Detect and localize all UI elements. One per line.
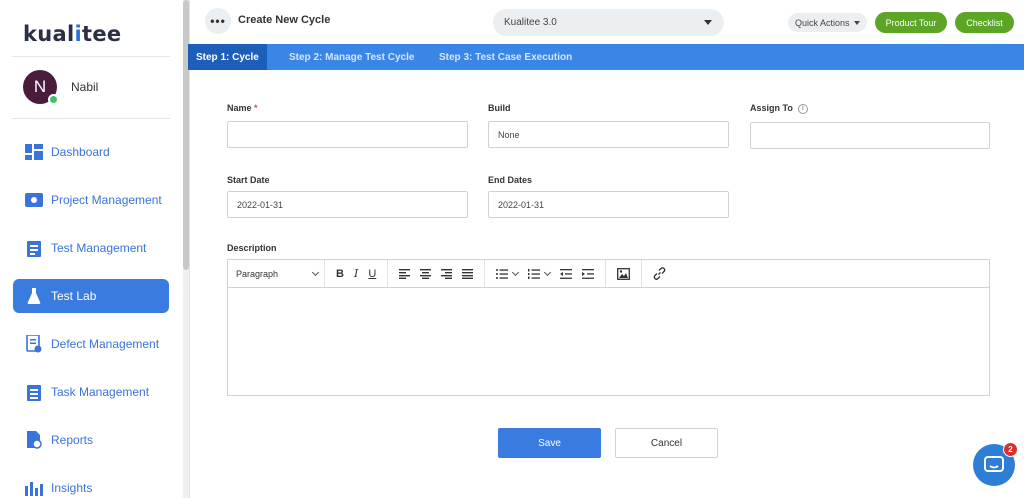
sidebar-item-label: Task Management — [51, 385, 150, 399]
info-icon[interactable]: i — [797, 103, 808, 114]
reports-icon — [25, 431, 43, 449]
project-select-value: Kualitee 3.0 — [504, 17, 557, 28]
required-marker: * — [254, 103, 258, 113]
tab-step-3-test-case-execution[interactable]: Step 3: Test Case Execution — [439, 44, 572, 70]
user-name: Nabil — [71, 80, 99, 94]
project-icon — [25, 191, 43, 209]
editor-toolbar: Paragraph B I U — [227, 259, 990, 288]
sidebar-item-label: Test Lab — [51, 289, 97, 303]
kualitee-logo[interactable]: kualitee — [23, 22, 121, 46]
checklist-button[interactable]: Checklist — [955, 12, 1014, 33]
more-options-button[interactable]: ••• — [205, 8, 231, 34]
caret-down-icon — [853, 20, 860, 25]
dashboard-icon — [25, 143, 43, 161]
sidebar: kualitee N Nabil Dashboard Project Manag… — [0, 0, 183, 498]
sidebar-item-label: Reports — [51, 433, 94, 447]
step-tabs: Step 1: Cycle Step 2: Manage Test Cycle … — [188, 44, 1024, 70]
indent-icon[interactable] — [582, 268, 595, 279]
sidebar-item-dashboard[interactable]: Dashboard — [13, 135, 169, 169]
insert-image-icon[interactable] — [617, 267, 631, 280]
bulleted-list-icon[interactable] — [496, 268, 520, 279]
sidebar-item-label: Test Management — [51, 241, 147, 255]
top-bar: ••• Create New Cycle Kualitee 3.0 Quick … — [190, 0, 1024, 44]
tab-step-2-manage-test-cycle[interactable]: Step 2: Manage Test Cycle — [289, 44, 414, 70]
align-center-icon[interactable] — [420, 268, 432, 279]
save-button[interactable]: Save — [498, 428, 601, 458]
list-group — [485, 259, 607, 288]
bold-icon[interactable]: B — [336, 268, 344, 280]
align-right-icon[interactable] — [441, 268, 453, 279]
project-select[interactable]: Kualitee 3.0 — [493, 9, 724, 36]
sidebar-item-label: Dashboard — [51, 145, 110, 159]
cancel-button[interactable]: Cancel — [615, 428, 718, 458]
divider — [189, 0, 190, 498]
start-date-label: Start Date — [227, 175, 270, 185]
sidebar-item-test-management[interactable]: Test Management — [13, 231, 169, 265]
insights-icon — [25, 479, 43, 497]
product-tour-button[interactable]: Product Tour — [875, 12, 947, 33]
divider — [12, 118, 170, 119]
chevron-down-icon — [311, 268, 320, 276]
end-date-input[interactable]: 2022-01-31 — [488, 191, 729, 218]
sidebar-item-task-management[interactable]: Task Management — [13, 375, 169, 409]
test-management-icon — [25, 239, 43, 257]
sidebar-item-label: Insights — [51, 481, 93, 495]
defect-icon — [25, 335, 43, 353]
online-status-icon — [48, 94, 59, 105]
chevron-down-icon — [544, 268, 552, 276]
alignment-group — [388, 259, 486, 288]
divider — [12, 56, 170, 57]
sidebar-item-label: Project Management — [51, 193, 162, 207]
paragraph-dropdown[interactable]: Paragraph — [228, 259, 325, 288]
numbered-list-icon[interactable] — [528, 268, 552, 279]
sidebar-item-label: Defect Management — [51, 337, 160, 351]
sidebar-item-reports[interactable]: Reports — [13, 423, 169, 457]
assign-to-label: Assign To i — [750, 103, 808, 114]
chevron-down-icon — [512, 268, 520, 276]
build-select[interactable]: None — [488, 121, 729, 148]
user-profile[interactable]: N Nabil — [23, 70, 99, 105]
build-label: Build — [488, 103, 511, 113]
align-justify-icon[interactable] — [462, 268, 474, 279]
assign-to-input[interactable] — [750, 122, 990, 149]
name-input[interactable] — [227, 121, 468, 148]
media-group — [606, 259, 643, 288]
align-left-icon[interactable] — [399, 268, 411, 279]
notification-badge: 2 — [1003, 442, 1018, 457]
start-date-input[interactable]: 2022-01-31 — [227, 191, 468, 218]
task-icon — [25, 383, 43, 401]
sidebar-item-insights[interactable]: Insights — [13, 471, 169, 498]
paragraph-label: Paragraph — [236, 268, 279, 279]
end-date-label: End Dates — [488, 175, 533, 185]
description-label: Description — [227, 243, 277, 253]
link-group — [642, 260, 677, 288]
sidebar-item-project-management[interactable]: Project Management — [13, 183, 169, 217]
chat-icon — [984, 456, 1004, 472]
text-format-group: B I U — [325, 259, 389, 288]
outdent-icon[interactable] — [560, 268, 573, 279]
quick-actions-label: Quick Actions — [795, 17, 850, 28]
description-editor[interactable] — [227, 287, 990, 396]
caret-down-icon — [704, 20, 712, 25]
name-label: Name * — [227, 103, 258, 113]
italic-icon[interactable]: I — [354, 267, 358, 280]
link-icon[interactable] — [653, 267, 666, 280]
avatar-initial: N — [33, 77, 47, 96]
tab-step-1-cycle[interactable]: Step 1: Cycle — [188, 44, 267, 70]
page-title: Create New Cycle — [238, 14, 331, 26]
quick-actions-dropdown[interactable]: Quick Actions — [788, 13, 867, 32]
sidebar-item-defect-management[interactable]: Defect Management — [13, 327, 169, 361]
underline-icon[interactable]: U — [368, 268, 376, 280]
flask-icon — [25, 287, 43, 305]
avatar[interactable]: N — [23, 70, 59, 105]
sidebar-item-test-lab[interactable]: Test Lab — [13, 279, 169, 313]
